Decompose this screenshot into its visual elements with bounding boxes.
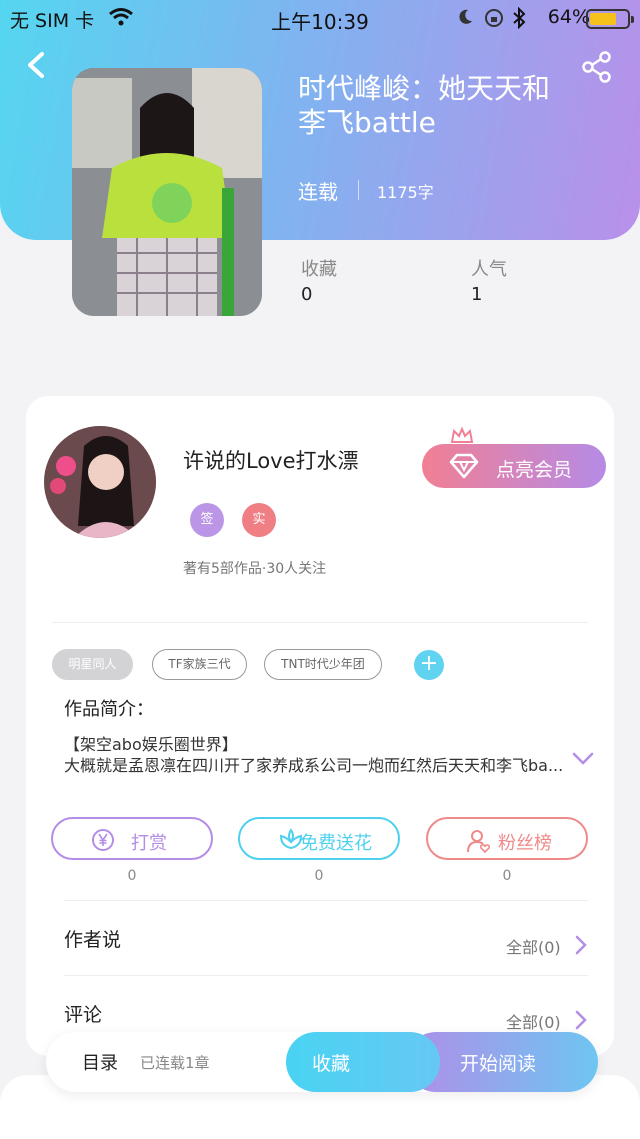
toc-button[interactable]: 目录 [82,1049,118,1075]
author-avatar[interactable] [44,426,156,538]
serial-status: 连载 [298,180,338,204]
book-title-line2: 李飞battle [298,106,436,139]
meta-divider [358,180,359,200]
vip-button-label: 点亮会员 [496,459,573,481]
fan-ranking-button[interactable]: 粉丝榜 [426,817,588,860]
fan-count: 0 [502,868,512,884]
yen-icon [92,829,114,851]
avatar-illustration [44,426,156,538]
flower-count: 0 [314,868,324,884]
book-cover[interactable] [72,68,262,316]
tag-tnt[interactable]: TNT时代少年团 [264,649,382,680]
start-reading-label: 开始阅读 [460,1053,537,1075]
favorites-value: 0 [301,284,313,305]
send-flower-button[interactable]: 免费送花 [238,817,400,860]
popularity-value: 1 [471,284,483,305]
section-divider [64,900,588,901]
comments-more[interactable]: 全部(0) [506,1009,561,1033]
clock: 上午10:39 [271,10,369,34]
intro-line2: 大概就是孟恩凛在四川开了家养成系公司一炮而红然后天天和李飞ba... [64,756,564,775]
send-flower-label: 免费送花 [300,833,372,854]
crown-icon [450,426,474,443]
favorites-label: 收藏 [301,259,337,280]
author-says-label[interactable]: 作者说 [64,925,121,952]
word-count: 1175字 [377,183,434,202]
battery-icon [586,9,634,29]
fan-ranking-label: 粉丝榜 [498,833,552,854]
chevron-right-icon[interactable] [574,934,588,956]
chapter-count: 已连载1章 [140,1054,210,1072]
author-name[interactable]: 许说的Love打水漂 [183,445,359,475]
rotation-lock-icon [485,9,503,27]
moon-icon [459,9,472,24]
tag-celebrity[interactable]: 明星同人 [52,649,133,680]
cover-illustration [72,68,262,316]
comments-label[interactable]: 评论 [64,1000,102,1027]
chevron-right-icon[interactable] [574,1009,588,1031]
book-title: 时代峰峻：她天天和 李飞battle [298,72,598,140]
battery-percent: 64% [547,6,590,28]
author-works-info: 著有5部作品·30人关注 [183,561,327,577]
bluetooth-icon [513,7,526,29]
book-title-line1: 时代峰峻：她天天和 [298,72,551,105]
intro-label: 作品简介： [64,699,154,720]
add-favorite-button[interactable]: 收藏 [286,1032,440,1092]
section-divider [52,622,588,623]
back-icon[interactable] [22,50,52,80]
popularity-label: 人气 [471,259,507,280]
add-tag-button[interactable]: + [414,650,444,680]
status-bar: 无 SIM 卡 上午10:39 64% [0,0,640,36]
signed-badge: 签 [190,503,224,537]
reward-count: 0 [127,868,137,884]
tag-tf-family[interactable]: TF家族三代 [152,649,247,680]
reward-label: 打赏 [131,833,167,854]
vip-button[interactable]: 点亮会员 [422,444,606,488]
add-favorite-label: 收藏 [312,1053,351,1075]
user-heart-icon [467,830,491,854]
author-says-more[interactable]: 全部(0) [506,934,561,958]
section-divider [64,975,588,976]
diamond-icon [449,453,479,479]
reward-button[interactable]: 打赏 [51,817,213,860]
verified-badge: 实 [242,503,276,537]
chevron-down-icon[interactable] [572,752,594,766]
